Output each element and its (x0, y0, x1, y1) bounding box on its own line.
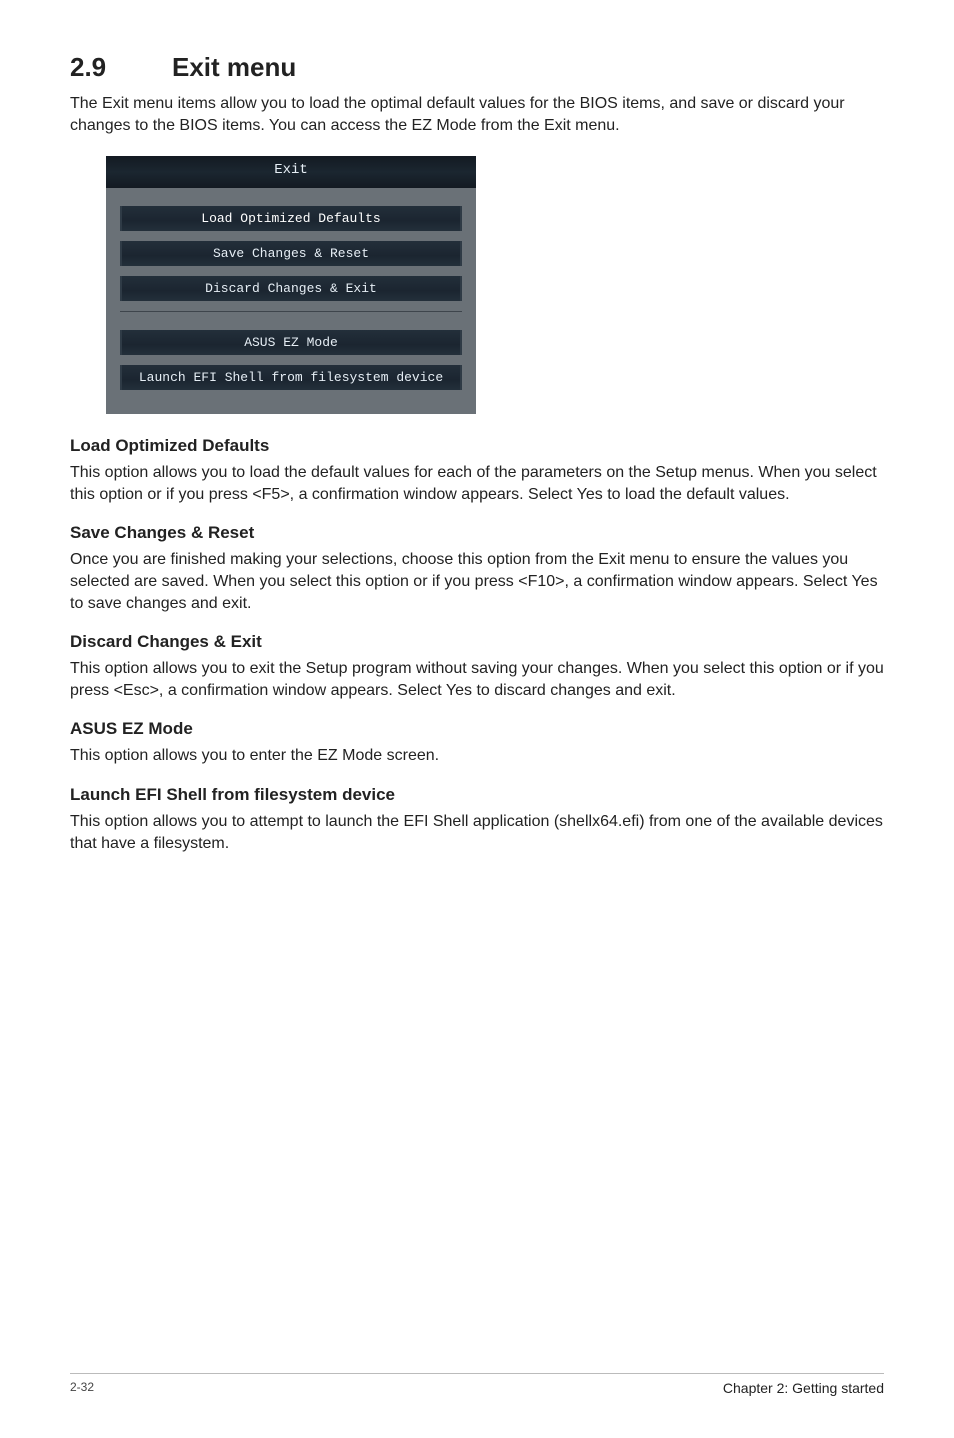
bios-separator (120, 311, 462, 312)
footer-page-number: 2-32 (70, 1380, 94, 1396)
bios-item-launch-efi-shell[interactable]: Launch EFI Shell from filesystem device (120, 365, 462, 390)
bios-item-asus-ez-mode[interactable]: ASUS EZ Mode (120, 330, 462, 355)
heading-discard-changes-exit: Discard Changes & Exit (70, 632, 884, 652)
heading-launch-efi-shell: Launch EFI Shell from filesystem device (70, 785, 884, 805)
bios-panel-title: Exit (106, 156, 476, 188)
heading-asus-ez-mode: ASUS EZ Mode (70, 719, 884, 739)
footer-chapter: Chapter 2: Getting started (723, 1380, 884, 1396)
section-number: 2.9 (70, 52, 172, 83)
bios-panel-body: Load Optimized Defaults Save Changes & R… (106, 188, 476, 390)
bios-item-load-optimized-defaults[interactable]: Load Optimized Defaults (120, 206, 462, 231)
section-title: 2.9 Exit menu (70, 52, 884, 83)
text-asus-ez-mode: This option allows you to enter the EZ M… (70, 745, 884, 767)
bios-item-discard-changes-exit[interactable]: Discard Changes & Exit (120, 276, 462, 301)
text-save-changes-reset: Once you are finished making your select… (70, 549, 884, 614)
heading-load-optimized-defaults: Load Optimized Defaults (70, 436, 884, 456)
bios-exit-panel: Exit Load Optimized Defaults Save Change… (106, 156, 476, 414)
bios-item-save-changes-reset[interactable]: Save Changes & Reset (120, 241, 462, 266)
text-load-optimized-defaults: This option allows you to load the defau… (70, 462, 884, 505)
page-footer: 2-32 Chapter 2: Getting started (70, 1373, 884, 1396)
heading-save-changes-reset: Save Changes & Reset (70, 523, 884, 543)
section-name: Exit menu (172, 52, 296, 83)
text-discard-changes-exit: This option allows you to exit the Setup… (70, 658, 884, 701)
text-launch-efi-shell: This option allows you to attempt to lau… (70, 811, 884, 854)
intro-paragraph: The Exit menu items allow you to load th… (70, 93, 884, 136)
